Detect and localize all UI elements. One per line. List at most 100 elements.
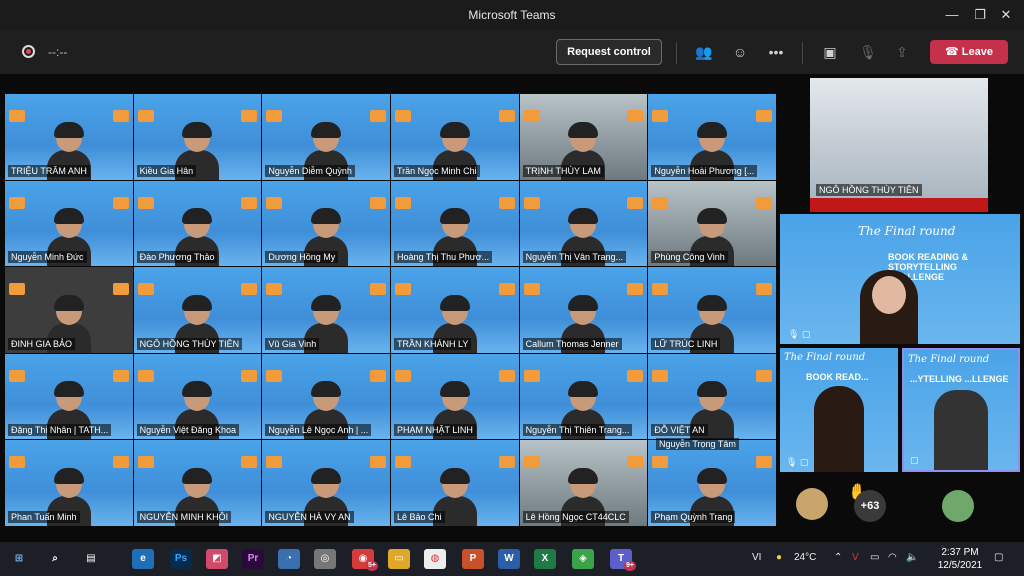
premiere-icon[interactable]: Pr [242, 549, 264, 569]
participant-tile[interactable]: Phùng Công Vinh [648, 180, 776, 267]
participant-name: Lê Bảo Chi [393, 510, 445, 523]
notification-app-icon[interactable]: ◉ 5+ [352, 549, 378, 571]
book-icon [266, 283, 283, 296]
participant-tile[interactable]: TRIỆU TRÂM ANH [5, 94, 133, 180]
participant-tile[interactable]: Callum Thomas Jenner [519, 267, 648, 353]
title-bar: Microsoft Teams — ❐ ✕ [0, 0, 1024, 30]
window-title: Microsoft Teams [468, 8, 556, 22]
book-icon [755, 369, 772, 382]
participant-name: Nguyễn Thị Vân Trang... [522, 251, 627, 264]
windows-taskbar: ⊞ ⌕ ▤ e Ps ◩ Pr ◔ ◎ ◉ 5+ ▭ ◍ P W X ◈ T 9+ … [0, 542, 1024, 576]
teams-icon[interactable]: T 9+ [610, 549, 636, 571]
app-icon[interactable]: ◈ [572, 549, 594, 569]
book-icon [627, 196, 644, 209]
participant-tile[interactable]: Kiều Gia Hân [133, 94, 262, 180]
participant-tile[interactable]: Nguyễn Việt Đăng Khoa [133, 353, 262, 440]
participant-name: Phạm Quỳnh Trang [651, 510, 736, 523]
participant-tile[interactable]: Vũ Gia Vinh [262, 267, 390, 353]
small-subtitle-right: ...YTELLING ...LLENGE [910, 374, 1009, 384]
request-control-button[interactable]: Request control [556, 39, 662, 65]
overflow-count[interactable]: +63 [854, 490, 886, 522]
maximize-button[interactable]: ❐ [968, 4, 992, 26]
more-options-icon[interactable]: ••• [764, 40, 788, 64]
participant-tile[interactable]: Nguyễn Lê Ngọc Anh | ... [262, 353, 390, 440]
participant-name: ĐINH GIA BẢO [8, 337, 76, 350]
participant-tile[interactable]: Lê Bảo Chi [390, 440, 519, 526]
participant-tile[interactable]: Đặng Thị Nhân | TATH... [5, 353, 133, 440]
excel-icon[interactable]: X [534, 549, 556, 569]
edge-icon[interactable]: e [132, 549, 154, 569]
video-tile-right[interactable]: The Final round ...YTELLING ...LLENGE ▢ [902, 348, 1020, 472]
volume-icon[interactable]: 🔈 [906, 552, 918, 563]
avatar[interactable] [796, 488, 828, 520]
participant-name: Kiều Gia Hân [136, 164, 197, 177]
book-icon [266, 196, 283, 209]
mic-off-icon[interactable]: 🎙 [856, 40, 880, 64]
participant-tile[interactable]: Hoàng Thị Thu Phươ... [390, 180, 519, 267]
system-clock[interactable]: 2:37 PM 12/5/2021 [936, 546, 984, 572]
app-tray-icon[interactable]: V [852, 552, 859, 563]
pinned-video[interactable]: The Final round BOOK READING & STORYTELL… [780, 214, 1020, 344]
participant-tile[interactable]: Nguyễn Hoài Phương [... [648, 94, 776, 180]
network-icon[interactable]: ◠ [888, 552, 897, 563]
share-screen-icon[interactable]: ⇪ [890, 40, 914, 64]
book-icon [627, 110, 644, 122]
leave-button[interactable]: ☎ Leave [930, 40, 1008, 64]
participant-tile[interactable]: Trần Ngọc Minh Chi [390, 94, 519, 180]
powerpoint-icon[interactable]: P [462, 549, 484, 569]
participant-tile[interactable]: TRẦN KHÁNH LY [390, 267, 519, 353]
close-button[interactable]: ✕ [994, 4, 1018, 26]
participant-tile[interactable]: ĐINH GIA BẢO [5, 267, 133, 353]
start-icon[interactable]: ⊞ [8, 549, 30, 569]
participant-tile[interactable]: TRỊNH THÙY LAM [519, 94, 648, 180]
photoshop-icon[interactable]: Ps [170, 549, 192, 569]
notifications-icon[interactable]: ▢ [994, 552, 1003, 563]
participant-tile[interactable]: Đào Phương Thảo [133, 180, 262, 267]
participant-tile[interactable]: Lê Hồng Ngọc CT44CLC [519, 440, 648, 526]
participant-tile[interactable]: Nguyễn Thị Thiên Trang... [519, 353, 648, 440]
word-icon[interactable]: W [498, 549, 520, 569]
minimize-button[interactable]: — [940, 4, 964, 26]
book-icon [498, 369, 515, 382]
chevron-up-icon[interactable]: ⌃ [834, 552, 842, 563]
video-tile-left[interactable]: The Final round BOOK READ... 🎙 ▢ [780, 348, 898, 472]
app-icon[interactable]: ◩ [206, 549, 228, 569]
participant-tile[interactable]: NGUYỄN MINH KHÔI [133, 440, 262, 526]
book-icon [137, 110, 154, 122]
weather-icon: ● [776, 552, 783, 563]
participant-tile[interactable]: Nguyễn Thị Vân Trang... [519, 180, 648, 267]
participant-tile[interactable]: Nguyễn Diễm Quỳnh [262, 94, 390, 180]
participant-tile[interactable]: PHẠM NHẬT LINH [390, 353, 519, 440]
search-icon[interactable]: ⌕ [44, 549, 66, 569]
task-view-icon[interactable]: ▤ [80, 549, 102, 569]
mic-muted-icon: 🎙 ▢ [788, 329, 811, 339]
language-indicator[interactable]: VI [752, 552, 761, 563]
speaker-figure [934, 390, 988, 470]
featured-video[interactable]: NGÔ HỒNG THÙY TIÊN [810, 78, 988, 212]
file-explorer-icon[interactable]: ▭ [388, 549, 410, 569]
participant-tile[interactable]: Nguyễn Minh Đức [5, 180, 133, 267]
app-icon[interactable]: ◔ [278, 549, 300, 569]
participant-name: Trần Ngọc Minh Chi [393, 164, 480, 177]
participant-tile[interactable]: Dương Hồng My [262, 180, 390, 267]
book-icon [755, 456, 772, 469]
book-icon [498, 456, 515, 469]
book-icon [523, 369, 540, 382]
participant-tile[interactable]: NGUYỄN HÀ VY AN [262, 440, 390, 526]
camera-off-icon[interactable]: ▣ [818, 40, 842, 64]
weather-temp[interactable]: 24°C [794, 552, 816, 563]
avatar[interactable] [942, 490, 974, 522]
participant-tile[interactable]: ĐỖ VIỆT AN [648, 353, 776, 440]
book-icon [652, 196, 669, 209]
participant-name: Nguyễn Trọng Tâm [656, 438, 739, 450]
participant-tile[interactable]: Phạm Quỳnh Trang [648, 440, 776, 526]
chrome-icon[interactable]: ◍ [424, 549, 446, 569]
reactions-icon[interactable]: ☺ [728, 40, 752, 64]
battery-icon[interactable]: ▭ [870, 552, 879, 563]
participants-icon[interactable]: 👥 [692, 40, 716, 64]
badge: 9+ [624, 561, 636, 571]
participant-tile[interactable]: LỮ TRÚC LINH [648, 267, 776, 353]
app-icon[interactable]: ◎ [314, 549, 336, 569]
participant-tile[interactable]: NGÔ HỒNG THÙY TIÊN [133, 267, 262, 353]
participant-tile[interactable]: Phan Tuấn Minh [5, 440, 133, 526]
